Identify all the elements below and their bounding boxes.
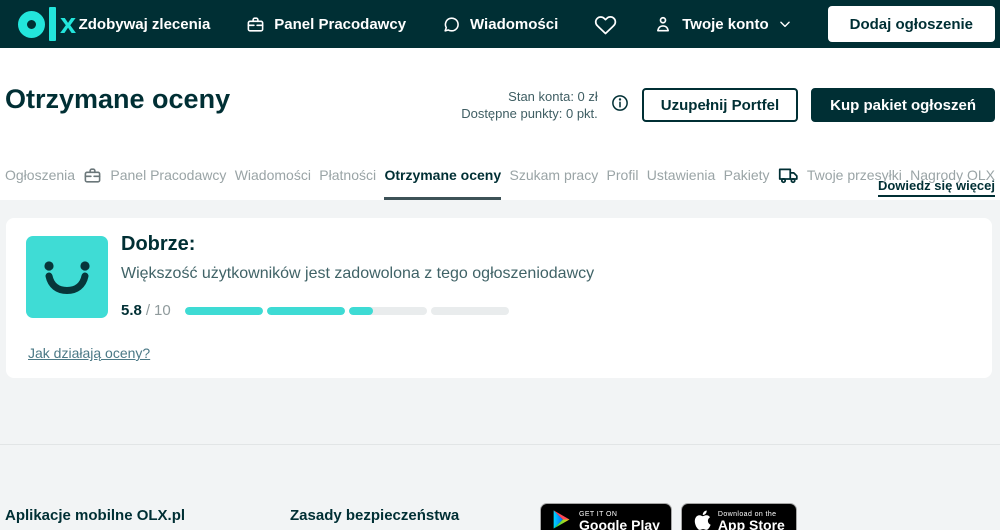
top-navbar: x Zdobywaj zlecenia Panel Pracodawcy Wia… xyxy=(0,0,1000,48)
app-store-badge-text: Download on the App Store xyxy=(718,511,785,530)
rating-card: Dobrze: Większość użytkowników jest zado… xyxy=(6,218,992,378)
tab-label: Pakiety xyxy=(723,167,770,183)
account-tabs: Ogłoszenia Panel Pracodawcy Wiadomości P… xyxy=(0,150,1000,200)
user-icon xyxy=(653,14,673,34)
progress-segment xyxy=(348,306,427,315)
main-content: Dobrze: Większość użytkowników jest zado… xyxy=(0,200,1000,530)
balance-amount: Stan konta: 0 zł xyxy=(508,89,598,104)
tab-label: Panel Pracodawcy xyxy=(110,167,227,183)
page-title: Otrzymane oceny xyxy=(5,84,231,114)
navbar-menu: Zdobywaj zlecenia Panel Pracodawcy Wiado… xyxy=(79,6,995,42)
nav-item-label: Panel Pracodawcy xyxy=(274,15,407,33)
badge-store-name: Google Play xyxy=(579,517,660,530)
tab-label: Nagrody OLX xyxy=(910,167,995,183)
tab-label: Otrzymane oceny xyxy=(384,167,502,183)
nav-item-twoje-konto[interactable]: Twoje konto xyxy=(653,14,791,34)
smiley-icon xyxy=(26,236,108,318)
tab-pakiety[interactable]: Pakiety xyxy=(724,150,770,200)
tab-label: Ustawienia xyxy=(646,167,716,183)
add-listing-button[interactable]: Dodaj ogłoszenie xyxy=(827,6,995,42)
olx-logo-o xyxy=(18,10,45,38)
account-summary: Stan konta: 0 zł Dostępne punkty: 0 pkt.… xyxy=(461,88,995,122)
tab-label: Płatności xyxy=(319,167,377,183)
footer-divider xyxy=(0,444,1000,445)
nav-item-zdobywaj-zlecenia[interactable]: Zdobywaj zlecenia xyxy=(79,16,211,33)
nav-item-label: Twoje konto xyxy=(682,15,769,33)
progress-segment xyxy=(430,306,509,315)
progress-segment xyxy=(184,306,263,315)
tab-panel-pracodawcy[interactable]: Panel Pracodawcy xyxy=(83,150,226,200)
tab-nagrody-olx[interactable]: Nagrody OLX xyxy=(910,150,995,200)
tab-wiadomosci[interactable]: Wiadomości xyxy=(235,150,311,200)
footer-mobile-apps-link[interactable]: Aplikacje mobilne OLX.pl xyxy=(5,507,185,524)
tab-label: Szukam pracy xyxy=(509,167,599,183)
tab-label: Ogłoszenia xyxy=(5,167,76,183)
top-up-wallet-button[interactable]: Uzupełnij Portfel xyxy=(641,88,799,122)
olx-logo[interactable]: x xyxy=(18,7,76,41)
rating-score: 5.8 xyxy=(121,302,142,319)
app-store-badge[interactable]: Download on the App Store xyxy=(680,503,797,530)
points-amount: Dostępne punkty: 0 pkt. xyxy=(461,106,598,121)
google-play-badge[interactable]: GET IT ON Google Play xyxy=(540,503,672,530)
tab-profil[interactable]: Profil xyxy=(607,150,639,200)
tab-otrzymane-oceny[interactable]: Otrzymane oceny xyxy=(384,150,501,200)
olx-logo-bar xyxy=(49,7,56,41)
chat-bubble-icon xyxy=(442,15,461,34)
heart-icon xyxy=(594,13,617,36)
play-store-icon xyxy=(552,508,572,530)
olx-page: x Zdobywaj zlecenia Panel Pracodawcy Wia… xyxy=(0,0,1000,530)
briefcase-icon xyxy=(246,15,265,34)
chevron-down-icon xyxy=(778,17,792,31)
rating-description: Większość użytkowników jest zadowolona z… xyxy=(121,265,595,282)
nav-item-panel-pracodawcy[interactable]: Panel Pracodawcy xyxy=(246,15,406,34)
footer-safety-link[interactable]: Zasady bezpieczeństwa xyxy=(290,507,459,524)
account-balance: Stan konta: 0 zł Dostępne punkty: 0 pkt. xyxy=(461,88,598,122)
how-ratings-work-link[interactable]: Jak działają oceny? xyxy=(28,345,150,361)
badge-store-name: App Store xyxy=(717,517,785,530)
rating-progress-bar xyxy=(184,306,509,315)
nav-item-label: Wiadomości xyxy=(470,15,559,33)
google-play-badge-text: GET IT ON Google Play xyxy=(579,511,660,530)
tab-platnosci[interactable]: Płatności xyxy=(319,150,376,200)
buy-package-button[interactable]: Kup pakiet ogłoszeń xyxy=(811,88,995,122)
nav-item-favorites[interactable] xyxy=(594,13,617,36)
rating-score-max: 10 xyxy=(154,302,171,319)
apple-icon xyxy=(693,509,711,530)
tab-label: Wiadomości xyxy=(234,167,311,183)
info-icon[interactable] xyxy=(611,94,629,117)
briefcase-icon xyxy=(83,166,102,185)
rating-score-divider: / xyxy=(145,302,151,319)
rating-title: Dobrze: xyxy=(121,233,196,255)
tab-ustawienia[interactable]: Ustawienia xyxy=(647,150,715,200)
page-header: Otrzymane oceny Stan konta: 0 zł Dostępn… xyxy=(0,48,1000,197)
tab-label: Twoje przesyłki xyxy=(806,167,902,183)
tab-ogloszenia[interactable]: Ogłoszenia xyxy=(5,150,75,200)
progress-segment xyxy=(266,306,345,315)
tab-szukam-pracy[interactable]: Szukam pracy xyxy=(510,150,599,200)
store-badges: GET IT ON Google Play Download on the Ap… xyxy=(540,503,797,530)
truck-icon xyxy=(778,165,799,186)
nav-item-label: Zdobywaj zlecenia xyxy=(78,15,211,33)
rating-score-row: 5.8 / 10 xyxy=(121,302,509,319)
tab-twoje-przesylki[interactable]: Twoje przesyłki xyxy=(778,150,902,200)
tab-label: Profil xyxy=(606,167,639,183)
nav-item-wiadomosci[interactable]: Wiadomości xyxy=(442,15,558,34)
olx-logo-x: x xyxy=(60,7,76,40)
